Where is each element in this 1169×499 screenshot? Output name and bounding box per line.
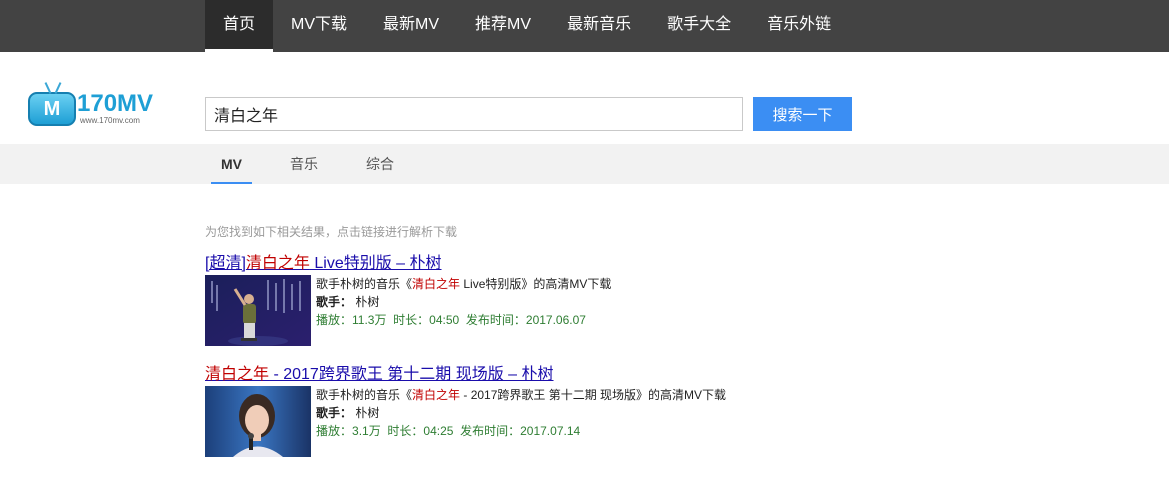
top-nav-bar: 首页 MV下载 最新MV 推荐MV 最新音乐 歌手大全 音乐外链 [0,0,1169,52]
tab-music[interactable]: 音乐 [280,144,328,184]
thumbnail-image [205,275,311,346]
tab-all[interactable]: 综合 [356,144,404,184]
duration: 04:25 [423,424,454,438]
result-tabs-bar: MV 音乐 综合 [0,144,1169,184]
nav-item-latest-mv[interactable]: 最新MV [365,0,457,52]
title-prefix: [超清] [205,255,246,272]
result-title-link[interactable]: 清白之年 - 2017跨界歌王 第十二期 现场版 – 朴树 [205,364,554,386]
search-button[interactable]: 搜索一下 [753,97,852,131]
publish-date: 2017.06.07 [525,313,586,327]
result-description: 歌手朴树的音乐《清白之年 - 2017跨界歌王 第十二期 现场版》的高清MV下载 [316,388,727,402]
title-rest: Live特别版 – 朴树 [309,255,442,272]
logo-text: 170MV [77,90,154,117]
duration: 04:50 [429,313,460,327]
nav-item-home[interactable]: 首页 [205,0,274,52]
result-singer: 歌手： 朴树 [316,406,380,420]
nav-item-mv-download[interactable]: MV下载 [273,0,365,52]
nav-item-singers[interactable]: 歌手大全 [649,0,749,52]
title-highlight: 清白之年 [245,255,310,272]
result-tabs: MV 音乐 综合 [211,144,432,184]
result-meta: 播放：11.3万 时长：04:50 发布时间：2017.06.07 [316,313,586,327]
result-info: 歌手朴树的音乐《清白之年 - 2017跨界歌王 第十二期 现场版》的高清MV下载… [316,386,736,440]
title-highlight: 清白之年 [205,366,270,383]
main-nav: 首页 MV下载 最新MV 推荐MV 最新音乐 歌手大全 音乐外链 [205,0,849,52]
video-thumbnail[interactable] [205,275,311,346]
play-count: 11.3万 [352,313,387,327]
nav-item-music-links[interactable]: 音乐外链 [749,0,849,52]
title-rest: - 2017跨界歌王 第十二期 现场版 – 朴树 [269,366,554,383]
result-title-link[interactable]: [超清]清白之年 Live特别版 – 朴树 [205,253,442,275]
result-info: 歌手朴树的音乐《清白之年 Live特别版》的高清MV下载 歌手： 朴树 播放：1… [316,275,736,329]
logo-url: www.170mv.com [80,116,140,125]
publish-date: 2017.07.14 [520,424,581,438]
logo-mark: M [43,98,61,120]
nav-item-recommended-mv[interactable]: 推荐MV [457,0,549,52]
search-input[interactable] [205,97,743,131]
result-description: 歌手朴树的音乐《清白之年 Live特别版》的高清MV下载 [316,277,612,291]
result-singer: 歌手： 朴树 [316,295,380,309]
thumbnail-image [205,386,311,457]
site-logo[interactable]: M 170MV www.170mv.com [28,80,153,128]
tab-mv[interactable]: MV [211,144,252,184]
result-meta: 播放：3.1万 时长：04:25 发布时间：2017.07.14 [316,424,581,438]
result-item: 清白之年 - 2017跨界歌王 第十二期 现场版 – 朴树 歌手朴树的音乐《清白… [205,364,765,460]
results-hint: 为您找到如下相关结果，点击链接进行解析下载 [205,225,458,239]
tv-icon: M [28,82,76,126]
video-thumbnail[interactable] [205,386,311,457]
play-count: 3.1万 [352,424,381,438]
result-item: [超清]清白之年 Live特别版 – 朴树 歌手朴树的音乐《清白之年 Live特… [205,253,765,349]
nav-item-latest-music[interactable]: 最新音乐 [549,0,649,52]
